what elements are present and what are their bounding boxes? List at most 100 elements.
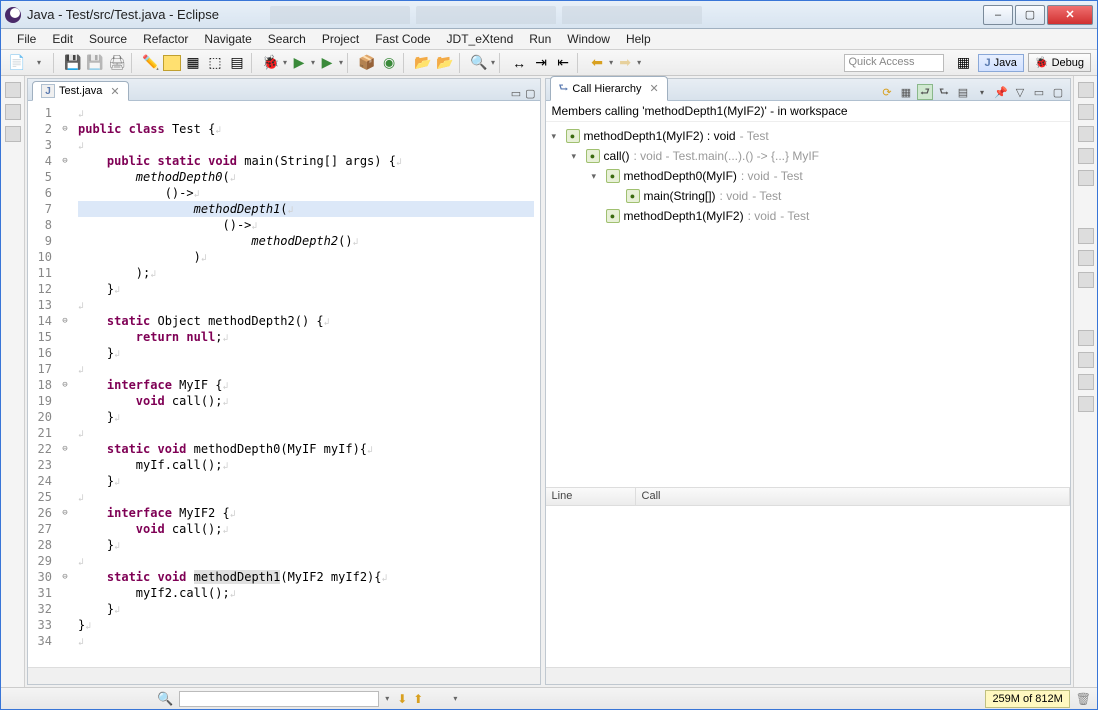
code-line[interactable]: }↲ (78, 537, 534, 553)
hierarchy-icon[interactable] (5, 126, 21, 142)
code-line[interactable]: static void methodDepth1(MyIF2 myIf2){↲ (78, 569, 534, 585)
save-all-icon[interactable]: 💾 (85, 53, 105, 73)
code-line[interactable]: void call();↲ (78, 393, 534, 409)
code-line[interactable]: ↲ (78, 489, 534, 505)
run-icon[interactable]: ▶ (289, 53, 309, 73)
print-icon[interactable]: 🖨 (107, 53, 127, 73)
minimize-view-icon[interactable]: ▭ (511, 87, 521, 100)
back-icon[interactable]: ⬅ (587, 53, 607, 73)
code-line[interactable]: }↲ (78, 617, 534, 633)
tree-row[interactable]: ●methodDepth1(MyIF2) : void - Test (552, 206, 1064, 226)
step2-icon[interactable]: ⇤ (553, 53, 573, 73)
box-icon[interactable]: ⬚ (205, 53, 225, 73)
close-hierarchy-icon[interactable]: ✕ (650, 82, 659, 95)
menu-run[interactable]: Run (521, 29, 559, 49)
code-line[interactable]: ()->↲ (78, 217, 534, 233)
max-icon[interactable]: ▢ (1050, 84, 1066, 100)
menu-window[interactable]: Window (559, 29, 618, 49)
find-input[interactable] (179, 691, 379, 707)
tree-row[interactable]: ▾●call() : void - Test.main(...).() -> {… (552, 146, 1064, 166)
table-icon[interactable]: ▤ (227, 53, 247, 73)
code-line[interactable]: interface MyIF2 {↲ (78, 505, 534, 521)
perspective-debug[interactable]: 🐞Debug (1028, 53, 1091, 72)
find-prev-icon[interactable]: ⬆ (413, 692, 423, 706)
pin-icon[interactable]: 📌 (993, 84, 1009, 100)
debug-icon[interactable]: 🐞 (261, 53, 281, 73)
nav-icon[interactable]: ↔ (509, 53, 529, 73)
grid-icon[interactable]: ▦ (183, 53, 203, 73)
code-line[interactable]: public static void main(String[] args) {… (78, 153, 534, 169)
menu-help[interactable]: Help (618, 29, 659, 49)
run-ext-icon[interactable]: ▶ (317, 53, 337, 73)
column-line[interactable]: Line (546, 488, 636, 505)
code-line[interactable]: }↲ (78, 601, 534, 617)
code-line[interactable]: static void methodDepth0(MyIF myIf){↲ (78, 441, 534, 457)
hierarchy-tab[interactable]: ⮑ Call Hierarchy ✕ (550, 76, 668, 101)
call-hierarchy-tree[interactable]: ▾●methodDepth1(MyIF2) : void - Test▾●cal… (546, 122, 1070, 487)
horizontal-scrollbar[interactable] (28, 667, 540, 684)
javadoc-icon[interactable] (1078, 250, 1094, 266)
callees-icon[interactable]: ⮑ (936, 84, 952, 100)
code-line[interactable]: ↲ (78, 425, 534, 441)
menu-edit[interactable]: Edit (44, 29, 81, 49)
misc2-icon[interactable] (1078, 352, 1094, 368)
hierarchy-scrollbar[interactable] (546, 667, 1070, 684)
code-line[interactable]: methodDepth0(↲ (78, 169, 534, 185)
code-line[interactable]: methodDepth1(↲ (78, 201, 534, 217)
menu-navigate[interactable]: Navigate (196, 29, 259, 49)
folder2-icon[interactable]: 📂 (435, 53, 455, 73)
code-line[interactable]: static Object methodDepth2() {↲ (78, 313, 534, 329)
problems-icon[interactable] (1078, 126, 1094, 142)
misc3-icon[interactable] (1078, 374, 1094, 390)
package-icon[interactable]: 📦 (357, 53, 377, 73)
console-icon[interactable] (1078, 228, 1094, 244)
code-line[interactable]: ↲ (78, 553, 534, 569)
menu-file[interactable]: File (9, 29, 44, 49)
code-line[interactable]: }↲ (78, 409, 534, 425)
code-line[interactable]: methodDepth2()↲ (78, 233, 534, 249)
gc-icon[interactable]: 🗑 (1076, 692, 1091, 706)
maximize-button[interactable]: ▢ (1015, 5, 1045, 25)
code-line[interactable]: )↲ (78, 249, 534, 265)
at-icon[interactable] (1078, 104, 1094, 120)
dropdown-icon[interactable]: ▾ (29, 53, 49, 73)
code-line[interactable]: }↲ (78, 473, 534, 489)
outline-icon[interactable] (5, 104, 21, 120)
tree-row[interactable]: ▾●methodDepth0(MyIF) : void - Test (552, 166, 1064, 186)
misc1-icon[interactable] (1078, 330, 1094, 346)
minimize-button[interactable]: – (983, 5, 1013, 25)
open-perspective-icon[interactable]: ▦ (954, 53, 974, 73)
code-line[interactable]: myIf2.call();↲ (78, 585, 534, 601)
new-icon[interactable]: 📄 (7, 53, 27, 73)
declaration-icon[interactable] (1078, 272, 1094, 288)
menu-jdt_extend[interactable]: JDT_eXtend (439, 29, 522, 49)
package-explorer-icon[interactable] (5, 82, 21, 98)
folder-icon[interactable]: 📂 (413, 53, 433, 73)
bookmark-icon[interactable] (1078, 148, 1094, 164)
code-line[interactable]: ↲ (78, 105, 534, 121)
code-line[interactable]: public class Test {↲ (78, 121, 534, 137)
code-line[interactable]: ↲ (78, 361, 534, 377)
menu-source[interactable]: Source (81, 29, 135, 49)
wand-icon[interactable]: ✏️ (141, 53, 161, 73)
maximize-view-icon[interactable]: ▢ (525, 87, 535, 100)
forward-icon[interactable]: ➡ (615, 53, 635, 73)
code-line[interactable]: return null;↲ (78, 329, 534, 345)
outline2-icon[interactable] (1078, 170, 1094, 186)
search-icon[interactable]: 🔍 (469, 53, 489, 73)
code-line[interactable]: void call();↲ (78, 521, 534, 537)
code-line[interactable]: ↲ (78, 137, 534, 153)
code-line[interactable]: }↲ (78, 345, 534, 361)
column-call[interactable]: Call (636, 488, 1070, 505)
refresh-icon[interactable]: ⟳ (879, 84, 895, 100)
view-menu-icon[interactable]: ▽ (1012, 84, 1028, 100)
find-icon[interactable]: 🔍 (157, 691, 173, 707)
quick-access-input[interactable]: Quick Access (844, 54, 944, 72)
menu-project[interactable]: Project (314, 29, 367, 49)
menu-fast code[interactable]: Fast Code (367, 29, 438, 49)
min-icon[interactable]: ▭ (1031, 84, 1047, 100)
editor-tab[interactable]: J Test.java ✕ (32, 81, 129, 101)
tree-row[interactable]: ●main(String[]) : void - Test (552, 186, 1064, 206)
code-line[interactable]: ↲ (78, 297, 534, 313)
step-icon[interactable]: ⇥ (531, 53, 551, 73)
